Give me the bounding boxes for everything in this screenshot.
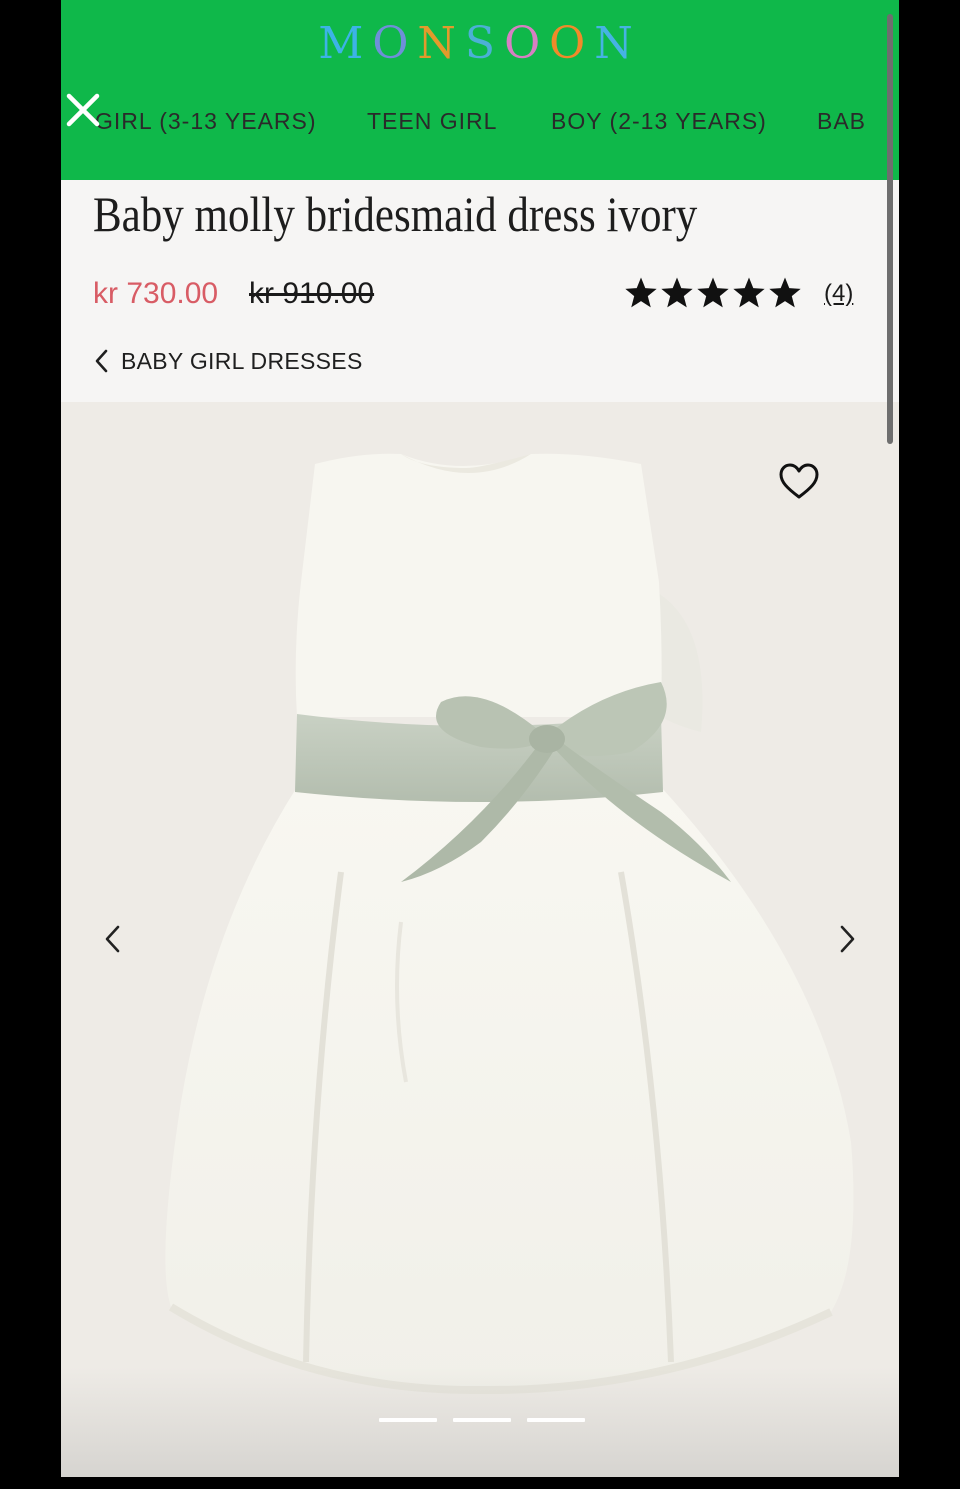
product-title: Baby molly bridesmaid dress ivory bbox=[93, 186, 698, 242]
logo-letter: M bbox=[318, 18, 373, 69]
sale-price: kr 730.00 bbox=[93, 277, 219, 310]
logo-letter: O bbox=[372, 18, 418, 69]
site-header: MONSOON GIRL (3-13 YEARS) TEEN GIRL BOY … bbox=[61, 0, 899, 180]
scrollbar[interactable] bbox=[887, 14, 893, 444]
chevron-left-icon bbox=[105, 925, 120, 953]
star-icon bbox=[625, 277, 657, 308]
logo-letter: N bbox=[594, 18, 642, 69]
heart-icon bbox=[779, 463, 819, 499]
phone-screen: MONSOON GIRL (3-13 YEARS) TEEN GIRL BOY … bbox=[61, 0, 899, 1477]
logo-letter: O bbox=[549, 18, 595, 69]
brand-logo[interactable]: MONSOON bbox=[61, 18, 899, 70]
nav-item-teen-girl[interactable]: TEEN GIRL bbox=[367, 104, 497, 138]
review-count-link[interactable]: (4) bbox=[824, 278, 853, 310]
breadcrumb-label: BABY GIRL DRESSES bbox=[121, 347, 363, 374]
image-pagination bbox=[379, 1418, 585, 1422]
pagination-dot[interactable] bbox=[527, 1418, 585, 1422]
prev-image-button[interactable] bbox=[93, 917, 133, 961]
product-image-gallery[interactable] bbox=[61, 402, 899, 1477]
nav-item-boy[interactable]: BOY (2-13 YEARS) bbox=[551, 104, 767, 138]
wishlist-button[interactable] bbox=[777, 460, 821, 504]
next-image-button[interactable] bbox=[827, 917, 867, 961]
star-icon bbox=[697, 277, 729, 308]
original-price: kr 910.00 bbox=[249, 277, 375, 310]
chevron-left-icon bbox=[95, 349, 108, 373]
star-icon bbox=[661, 277, 693, 308]
rating-stars[interactable] bbox=[623, 276, 803, 312]
logo-letter: O bbox=[504, 18, 550, 69]
close-icon bbox=[66, 93, 100, 127]
star-icon bbox=[769, 277, 801, 308]
logo-letter: N bbox=[417, 18, 465, 69]
nav-item-girl[interactable]: GIRL (3-13 YEARS) bbox=[95, 104, 317, 138]
chevron-right-icon bbox=[840, 925, 855, 953]
category-nav: GIRL (3-13 YEARS) TEEN GIRL BOY (2-13 YE… bbox=[61, 104, 899, 140]
close-button[interactable] bbox=[65, 92, 101, 128]
pagination-dot[interactable] bbox=[379, 1418, 437, 1422]
logo-letter: S bbox=[464, 18, 505, 69]
nav-item-baby[interactable]: BAB bbox=[817, 104, 866, 138]
breadcrumb[interactable]: BABY GIRL DRESSES bbox=[93, 344, 363, 378]
product-info: Baby molly bridesmaid dress ivory kr 730… bbox=[61, 180, 899, 402]
pagination-dot[interactable] bbox=[453, 1418, 511, 1422]
gallery-fade bbox=[61, 1367, 899, 1477]
star-icon bbox=[733, 277, 765, 308]
product-image bbox=[165, 453, 854, 1395]
